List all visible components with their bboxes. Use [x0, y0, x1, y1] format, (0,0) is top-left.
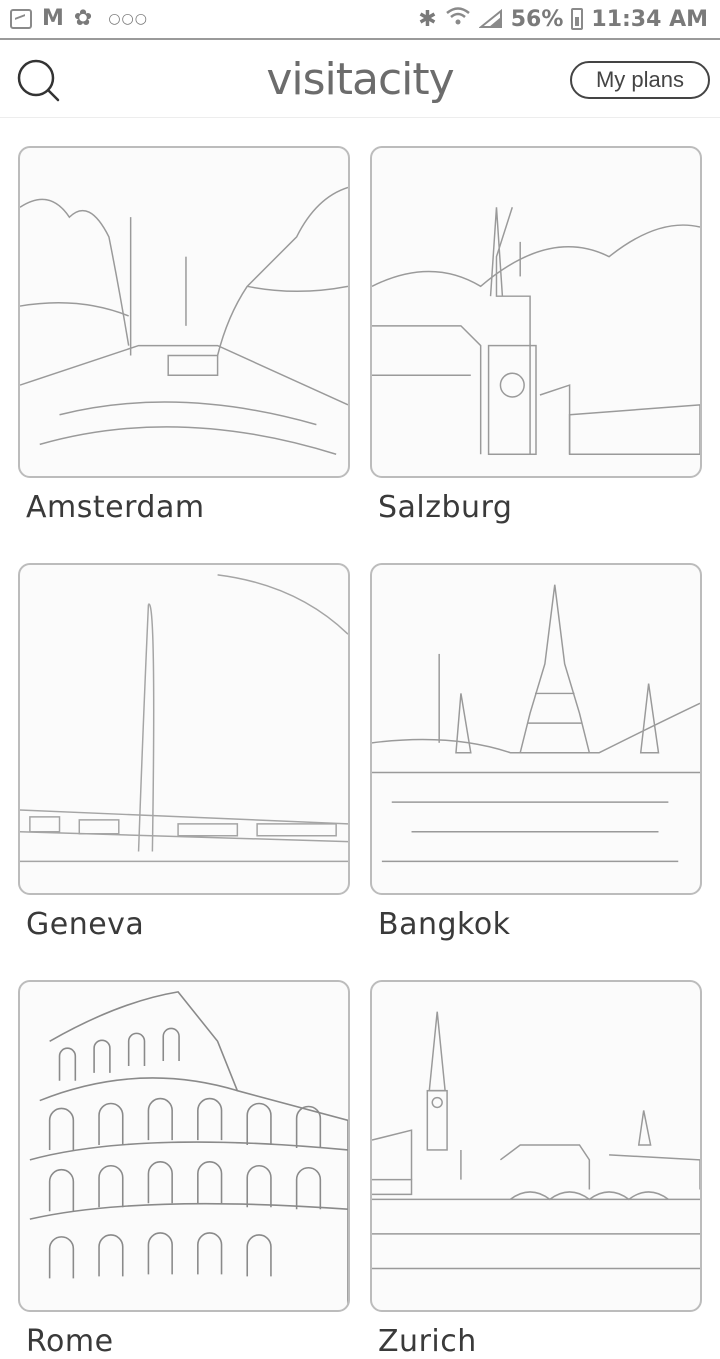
city-image-amsterdam: [18, 146, 350, 478]
lake-fountain-icon: [20, 574, 348, 863]
city-name: Amsterdam: [26, 490, 205, 525]
city-card-rome[interactable]: Rome: [18, 980, 352, 1359]
city-card-salzburg[interactable]: Salzburg: [370, 146, 704, 525]
city-image-salzburg: [370, 146, 702, 478]
city-name: Geneva: [26, 907, 145, 942]
city-image-rome: [18, 980, 350, 1312]
city-card-bangkok[interactable]: Bangkok: [370, 563, 704, 942]
signal-icon: [478, 9, 503, 29]
my-plans-button[interactable]: My plans: [570, 61, 710, 99]
city-card-geneva[interactable]: Geneva: [18, 563, 352, 942]
status-right: ✱ 56% 11:34 AM: [418, 6, 708, 32]
battery-percent: 56%: [510, 6, 564, 32]
battery-icon: [571, 8, 584, 30]
canal-icon: [20, 186, 348, 455]
status-left: M ✿ ○○○: [10, 6, 148, 31]
colosseum-icon: [29, 991, 348, 1310]
app-header: visitacity My plans: [0, 40, 720, 118]
city-name: Rome: [26, 1324, 114, 1359]
gmail-icon: M: [42, 6, 64, 31]
gallery-icon: [10, 8, 32, 29]
church-town-icon: [372, 207, 700, 456]
bluetooth-icon: ✱: [418, 6, 437, 32]
city-name: Zurich: [378, 1324, 477, 1359]
temple-river-icon: [372, 584, 700, 863]
river-bridge-icon: [372, 1011, 700, 1270]
more-dots-icon: ○○○: [108, 10, 148, 27]
city-name: Bangkok: [378, 907, 511, 942]
status-bar: M ✿ ○○○ ✱ 56% 11:34 AM: [0, 0, 720, 40]
city-image-bangkok: [370, 563, 702, 895]
clock: 11:34 AM: [591, 6, 708, 32]
city-name: Salzburg: [378, 490, 513, 525]
city-image-geneva: [18, 563, 350, 895]
city-image-zurich: [370, 980, 702, 1312]
city-card-amsterdam[interactable]: Amsterdam: [18, 146, 352, 525]
city-card-zurich[interactable]: Zurich: [370, 980, 704, 1359]
pinwheel-icon: ✿: [73, 6, 93, 31]
wifi-icon: [445, 6, 471, 32]
